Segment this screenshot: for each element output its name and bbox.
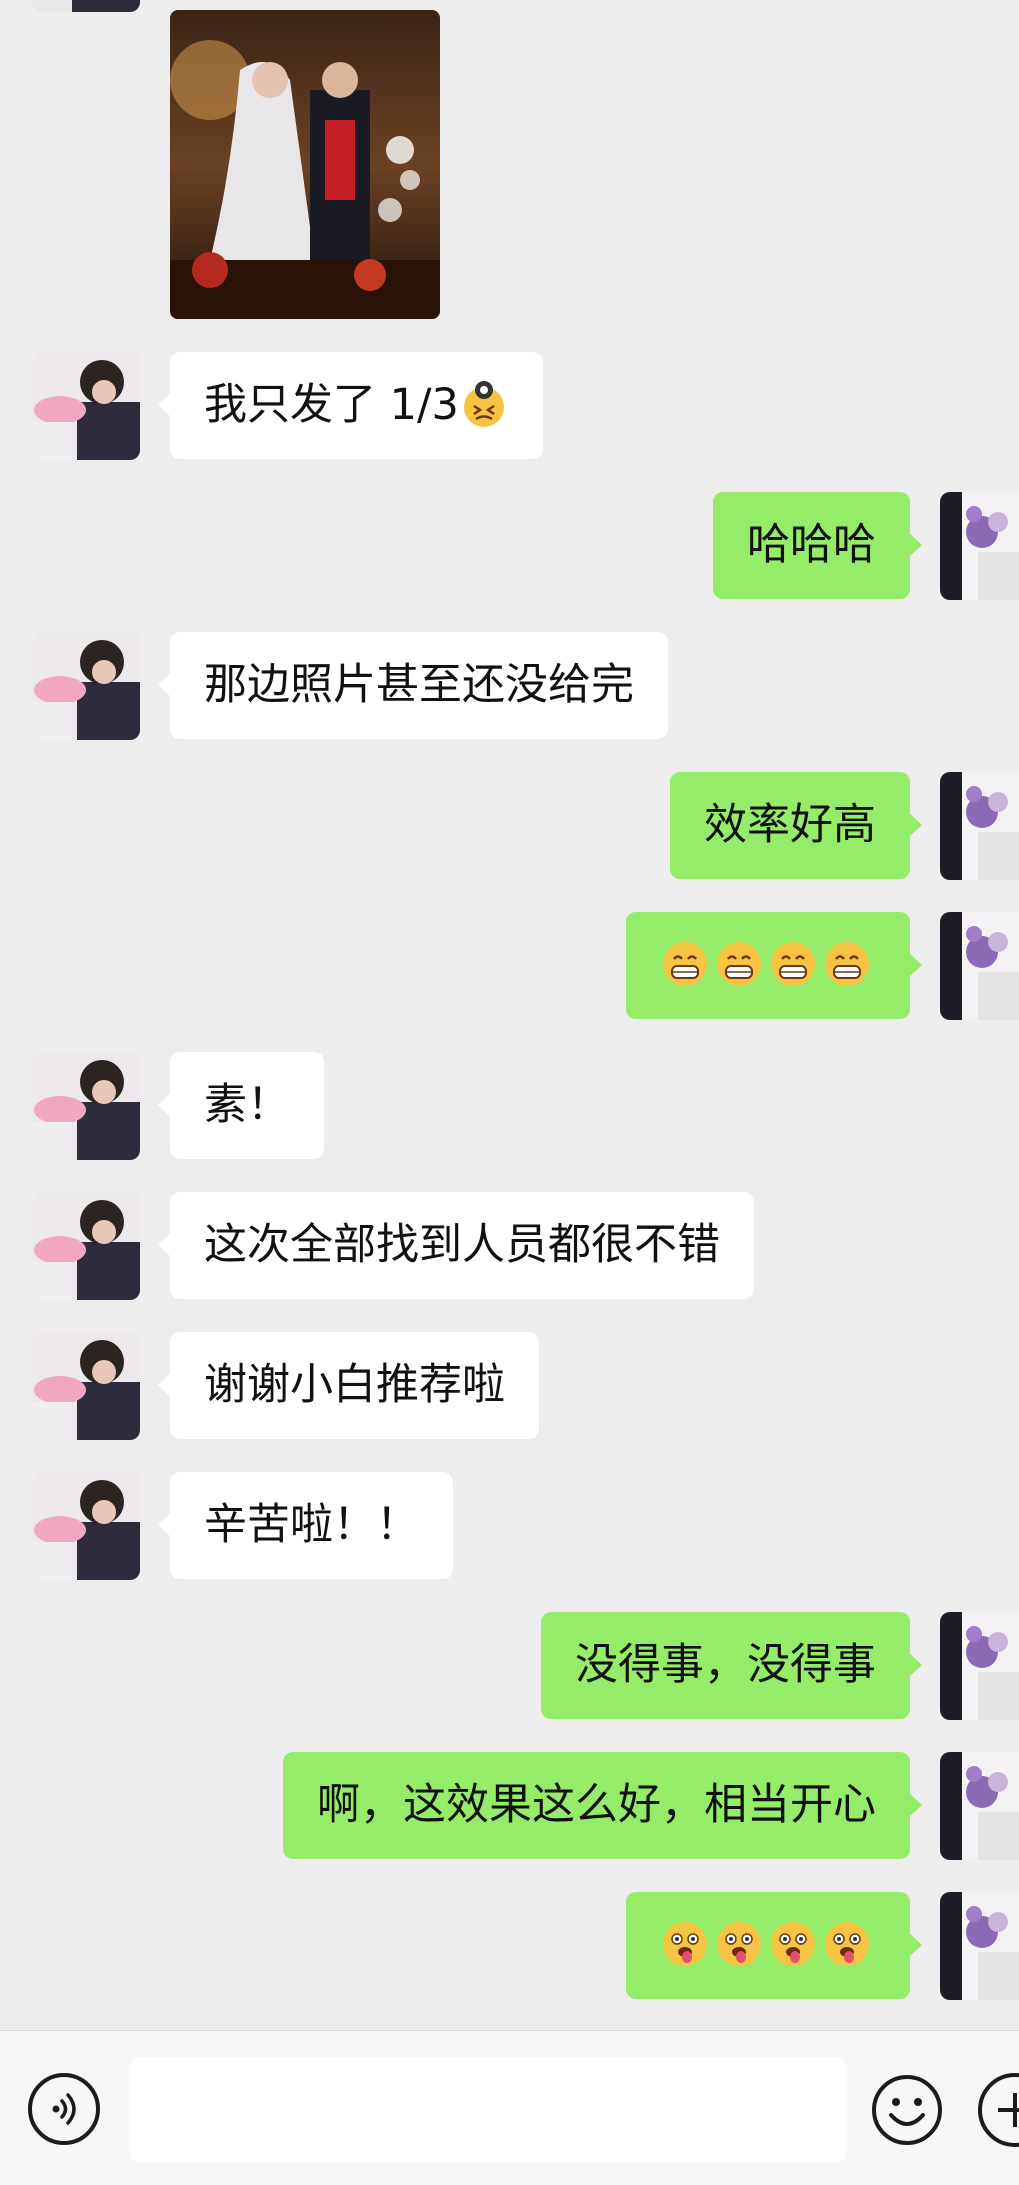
- grin-emoji: [825, 941, 869, 986]
- contact-avatar[interactable]: [32, 352, 140, 460]
- message-bubble[interactable]: 我只发了 1/3: [158, 352, 543, 459]
- contact-avatar[interactable]: [32, 0, 140, 12]
- shared-wedding-photo[interactable]: [170, 10, 440, 319]
- message-text: 辛苦啦！！: [204, 1500, 419, 1550]
- tongue-out-emoji: [825, 1921, 869, 1966]
- contact-avatar[interactable]: [32, 1192, 140, 1300]
- grin-emoji: [771, 941, 815, 986]
- my-avatar[interactable]: [940, 772, 1019, 880]
- message-text: 我只发了 1/3: [204, 380, 459, 430]
- grin-emoji: [717, 941, 761, 986]
- contact-avatar[interactable]: [32, 1052, 140, 1160]
- message-bubble[interactable]: 谢谢小白推荐啦: [158, 1332, 539, 1439]
- message-bubble[interactable]: [626, 912, 922, 1019]
- input-bar: [0, 2030, 1019, 2185]
- message-text: 啊，这效果这么好，相当开心: [317, 1780, 876, 1830]
- my-avatar[interactable]: [940, 1612, 1019, 1720]
- dizzy-face-emoji: [463, 380, 504, 427]
- message-input[interactable]: [130, 2057, 846, 2163]
- message-bubble[interactable]: 啊，这效果这么好，相当开心: [283, 1752, 922, 1859]
- message-bubble[interactable]: 这次全部找到人员都很不错: [158, 1192, 754, 1299]
- contact-avatar[interactable]: [32, 1332, 140, 1440]
- message-bubble[interactable]: 效率好高: [670, 772, 922, 879]
- tongue-out-emoji: [717, 1921, 761, 1966]
- contact-avatar[interactable]: [32, 632, 140, 740]
- message-text: 谢谢小白推荐啦: [204, 1360, 505, 1410]
- message-text: 这次全部找到人员都很不错: [204, 1220, 720, 1270]
- contact-avatar[interactable]: [32, 1472, 140, 1580]
- tongue-out-emoji: [663, 1921, 707, 1966]
- my-avatar[interactable]: [940, 1752, 1019, 1860]
- plus-icon[interactable]: [978, 2073, 1019, 2147]
- grin-emoji: [663, 941, 707, 986]
- tongue-out-emoji: [771, 1921, 815, 1966]
- message-bubble[interactable]: 辛苦啦！！: [158, 1472, 453, 1579]
- my-avatar[interactable]: [940, 1892, 1019, 2000]
- message-text: 效率好高: [704, 800, 876, 850]
- message-text: 没得事，没得事: [575, 1640, 876, 1690]
- chat-area[interactable]: 我只发了 1/3 哈哈哈 那边照片甚至还没给完 效率好高 素！ 这次全部找到人员…: [0, 0, 1019, 2030]
- voice-icon[interactable]: [28, 2073, 100, 2145]
- message-bubble[interactable]: 哈哈哈: [713, 492, 922, 599]
- message-text: 素！: [204, 1080, 290, 1130]
- message-text: 哈哈哈: [747, 520, 876, 570]
- message-bubble[interactable]: 素！: [158, 1052, 324, 1159]
- message-bubble[interactable]: [626, 1892, 922, 1999]
- message-bubble[interactable]: 没得事，没得事: [541, 1612, 922, 1719]
- smiley-icon[interactable]: [870, 2073, 944, 2147]
- my-avatar[interactable]: [940, 912, 1019, 1020]
- message-bubble[interactable]: 那边照片甚至还没给完: [158, 632, 668, 739]
- my-avatar[interactable]: [940, 492, 1019, 600]
- message-text: 那边照片甚至还没给完: [204, 660, 634, 710]
